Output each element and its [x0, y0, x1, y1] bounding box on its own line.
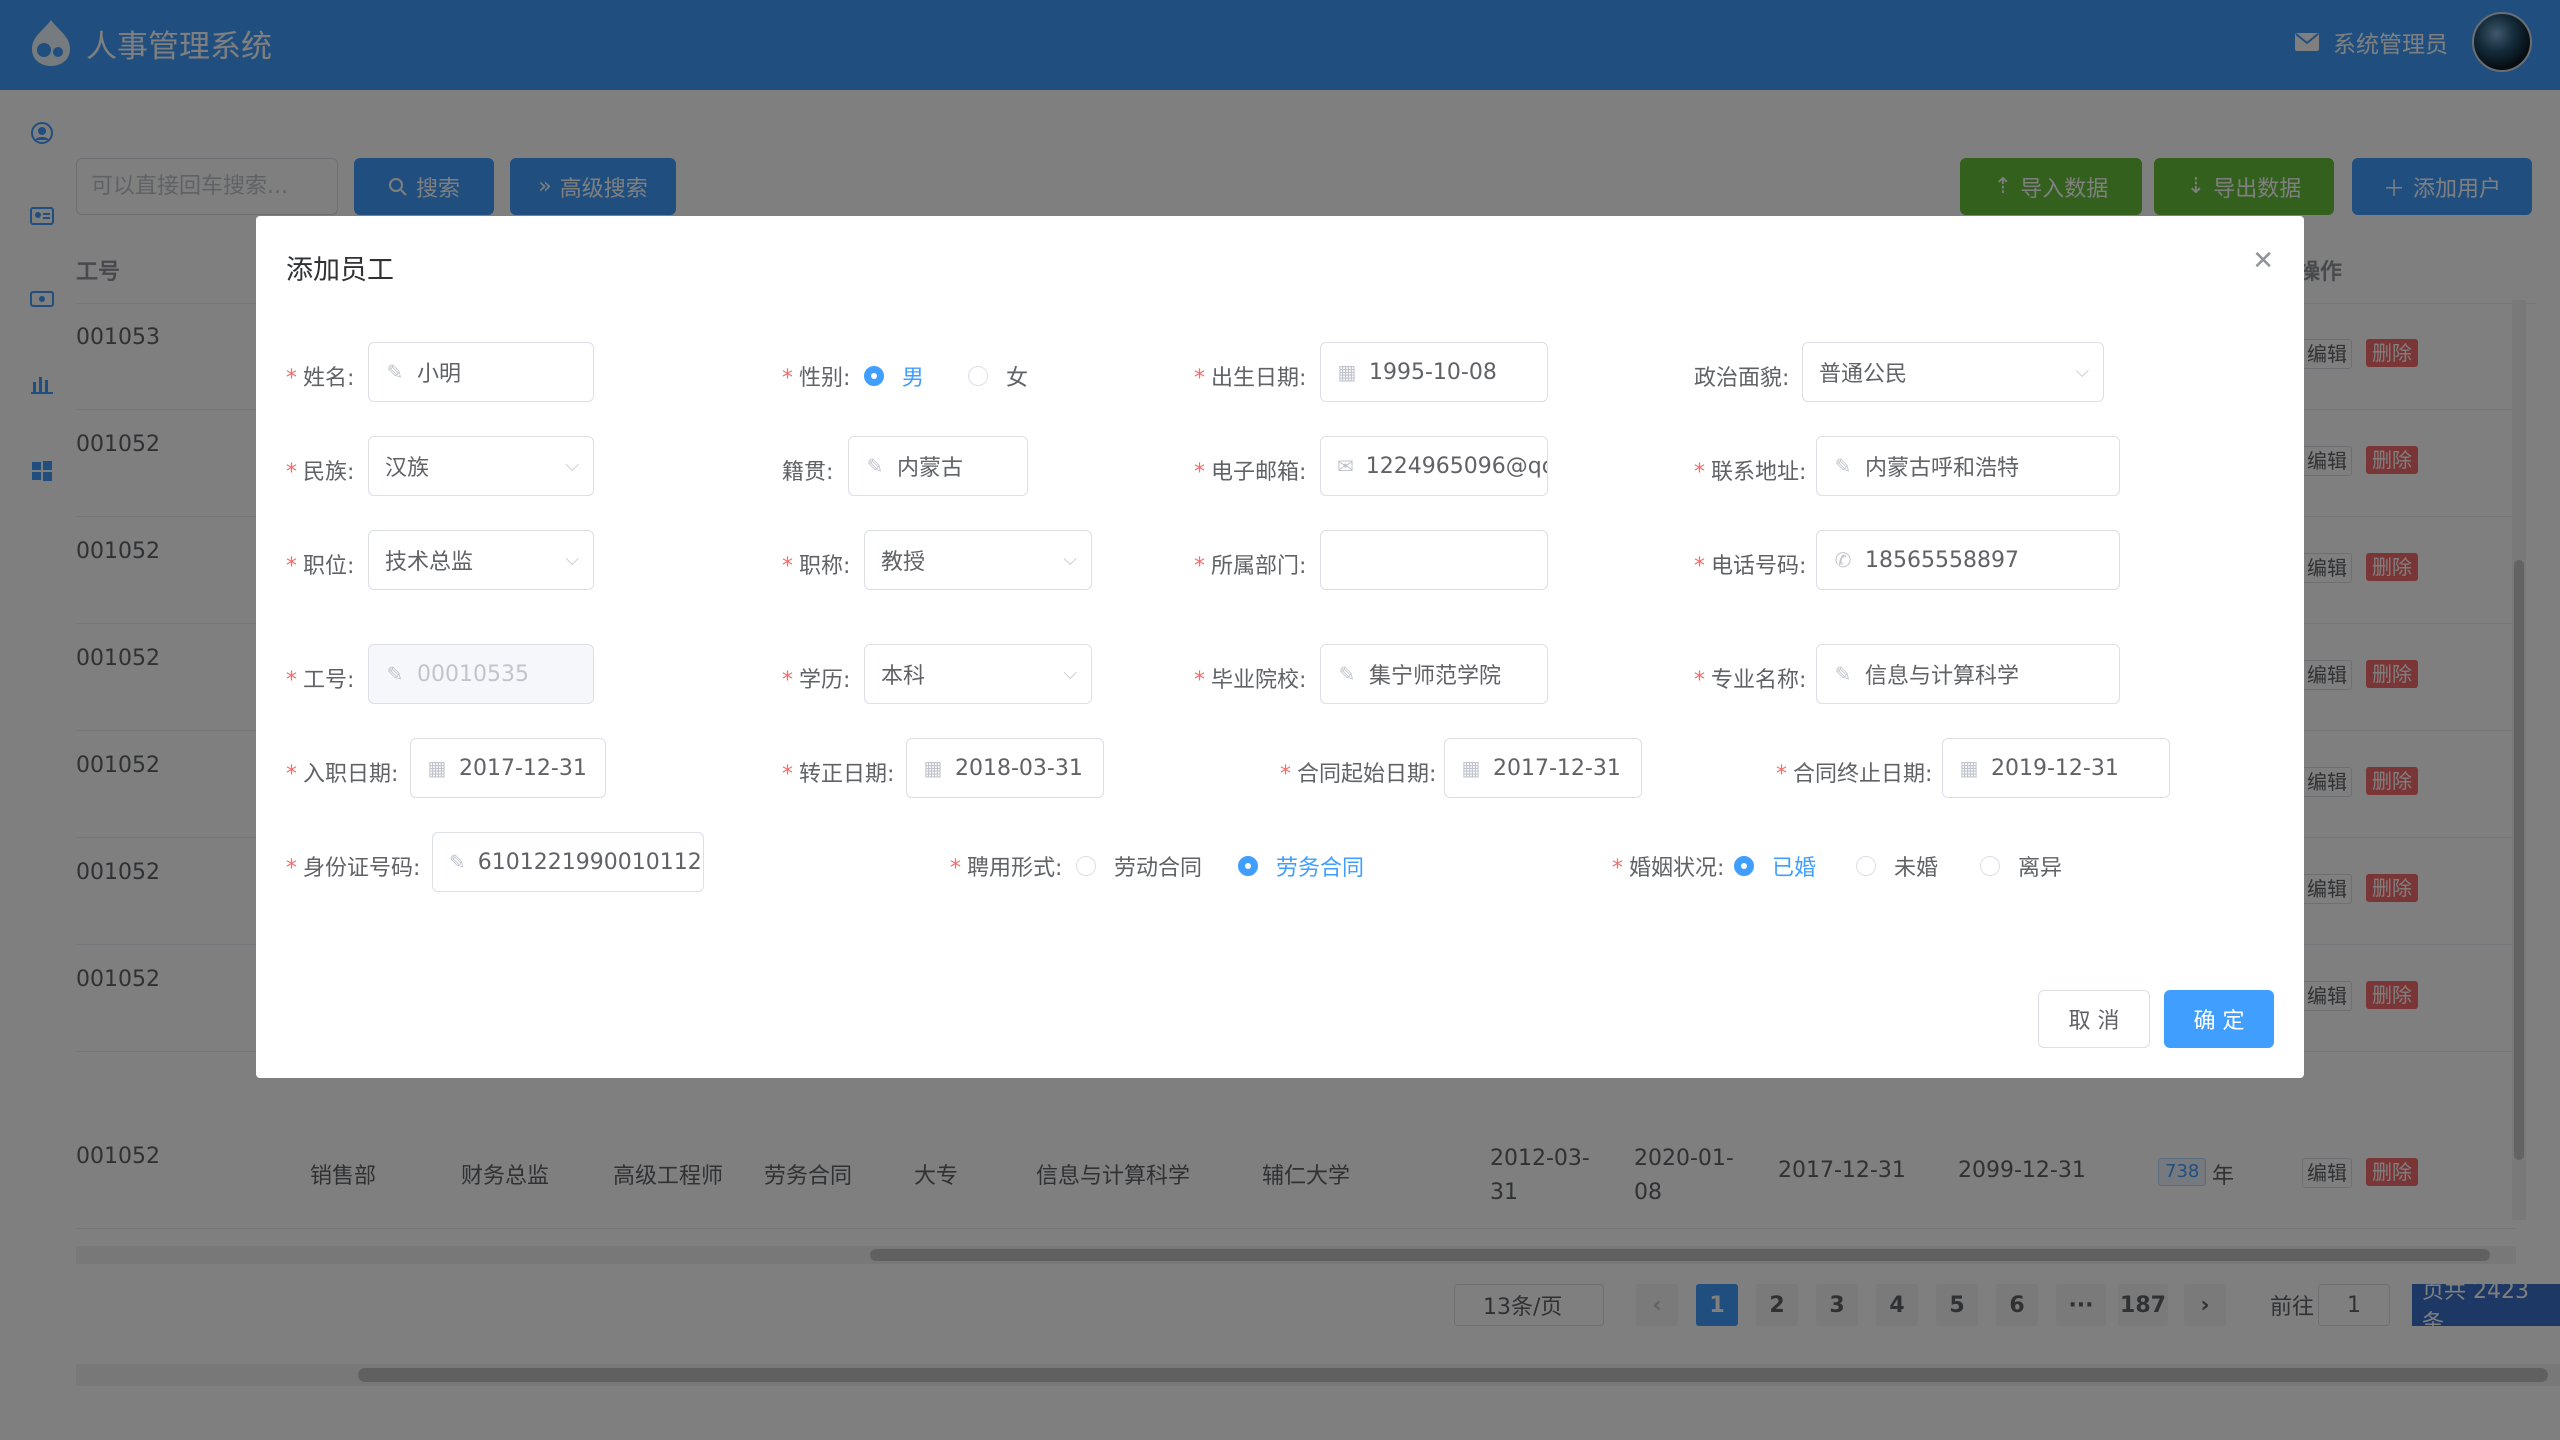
conversion-date-label: * 转正日期:: [782, 762, 895, 787]
conversion-date-picker[interactable]: ▦ 2018-03-31: [906, 738, 1104, 798]
name-input[interactable]: ✎ 小明: [368, 342, 594, 402]
native-place-input[interactable]: ✎ 内蒙古: [848, 436, 1028, 496]
phone-input[interactable]: ✆ 18565558897: [1816, 530, 2120, 590]
email-label: * 电子邮箱:: [1194, 460, 1307, 485]
school-input[interactable]: ✎ 集宁师范学院: [1320, 644, 1548, 704]
school-label: * 毕业院校:: [1194, 668, 1307, 693]
edit-icon: ✎: [1834, 454, 1852, 478]
name-label: * 姓名:: [286, 366, 355, 391]
cancel-button[interactable]: 取 消: [2038, 990, 2150, 1048]
specialty-label: * 专业名称:: [1694, 668, 1807, 693]
education-label: * 学历:: [782, 668, 851, 693]
contract-begin-picker[interactable]: ▦ 2017-12-31: [1444, 738, 1642, 798]
chevron-down-icon: ⌵: [565, 549, 579, 570]
radio-dot: [1734, 856, 1754, 876]
begin-date-picker[interactable]: ▦ 2017-12-31: [410, 738, 606, 798]
work-id-input: ✎ 00010535: [368, 644, 594, 704]
birthday-label: * 出生日期:: [1194, 366, 1307, 391]
wedlock-radio-divorced[interactable]: 离异: [1980, 850, 2062, 882]
position-label: * 职位:: [286, 554, 355, 579]
engage-form-label: * 聘用形式:: [950, 856, 1063, 881]
position-select[interactable]: 技术总监 ⌵: [368, 530, 594, 590]
calendar-icon: ▦: [923, 756, 943, 780]
edit-icon: ✎: [386, 662, 404, 686]
work-id-label: * 工号:: [286, 668, 355, 693]
confirm-button[interactable]: 确 定: [2164, 990, 2274, 1048]
politic-label: 政治面貌:: [1694, 366, 1790, 391]
edit-icon: ✎: [1834, 662, 1852, 686]
wedlock-label: * 婚姻状况:: [1612, 856, 1725, 881]
contract-begin-label: * 合同起始日期:: [1280, 762, 1437, 787]
politic-select[interactable]: 普通公民 ⌵: [1802, 342, 2104, 402]
phone-icon: ✆: [1834, 548, 1852, 572]
id-card-input[interactable]: ✎610122199001011256: [432, 832, 704, 892]
close-icon[interactable]: ✕: [2252, 246, 2274, 276]
calendar-icon: ▦: [1959, 756, 1979, 780]
edit-icon: ✎: [386, 360, 404, 384]
wedlock-radio-married[interactable]: 已婚: [1734, 850, 1816, 882]
engage-radio-service[interactable]: 劳务合同: [1238, 850, 1364, 882]
chevron-down-icon: ⌵: [1063, 663, 1077, 684]
radio-dot: [1076, 856, 1096, 876]
chevron-down-icon: ⌵: [1063, 549, 1077, 570]
chevron-down-icon: ⌵: [2075, 361, 2089, 382]
begin-date-label: * 入职日期:: [286, 762, 399, 787]
gender-radio-male[interactable]: 男: [864, 360, 924, 392]
radio-dot: [1980, 856, 2000, 876]
specialty-input[interactable]: ✎ 信息与计算科学: [1816, 644, 2120, 704]
department-label: * 所属部门:: [1194, 554, 1307, 579]
edit-icon: ✎: [1338, 662, 1356, 686]
contract-end-picker[interactable]: ▦ 2019-12-31: [1942, 738, 2170, 798]
nation-label: * 民族:: [286, 460, 355, 485]
nation-select[interactable]: 汉族 ⌵: [368, 436, 594, 496]
contract-end-label: * 合同终止日期:: [1776, 762, 1933, 787]
email-input[interactable]: ✉ 1224965096@qq: [1320, 436, 1548, 496]
address-input[interactable]: ✎ 内蒙古呼和浩特: [1816, 436, 2120, 496]
calendar-icon: ▦: [1337, 360, 1357, 384]
dialog-title: 添加员工: [286, 255, 394, 286]
wedlock-radio-single[interactable]: 未婚: [1856, 850, 1938, 882]
gender-label: * 性别:: [782, 366, 851, 391]
birthday-picker[interactable]: ▦ 1995-10-08: [1320, 342, 1548, 402]
radio-dot: [864, 366, 884, 386]
engage-radio-labor[interactable]: 劳动合同: [1076, 850, 1202, 882]
radio-dot: [1856, 856, 1876, 876]
calendar-icon: ▦: [427, 756, 447, 780]
chevron-down-icon: ⌵: [565, 455, 579, 476]
job-level-label: * 职称:: [782, 554, 851, 579]
mail-icon: ✉: [1337, 454, 1354, 478]
job-level-select[interactable]: 教授 ⌵: [864, 530, 1092, 590]
id-card-label: * 身份证号码:: [286, 856, 421, 881]
edit-icon: ✎: [449, 850, 466, 874]
education-select[interactable]: 本科 ⌵: [864, 644, 1092, 704]
gender-radio-female[interactable]: 女: [968, 360, 1028, 392]
radio-dot: [968, 366, 988, 386]
address-label: * 联系地址:: [1694, 460, 1807, 485]
phone-label: * 电话号码:: [1694, 554, 1807, 579]
radio-dot: [1238, 856, 1258, 876]
native-place-label: 籍贯:: [782, 460, 834, 485]
calendar-icon: ▦: [1461, 756, 1481, 780]
edit-icon: ✎: [866, 454, 884, 478]
add-employee-dialog: 添加员工 ✕ * 姓名: ✎ 小明 * 性别: 男 女 * 出生日期: ▦ 1995-10…: [256, 216, 2304, 1078]
department-input[interactable]: [1320, 530, 1548, 590]
